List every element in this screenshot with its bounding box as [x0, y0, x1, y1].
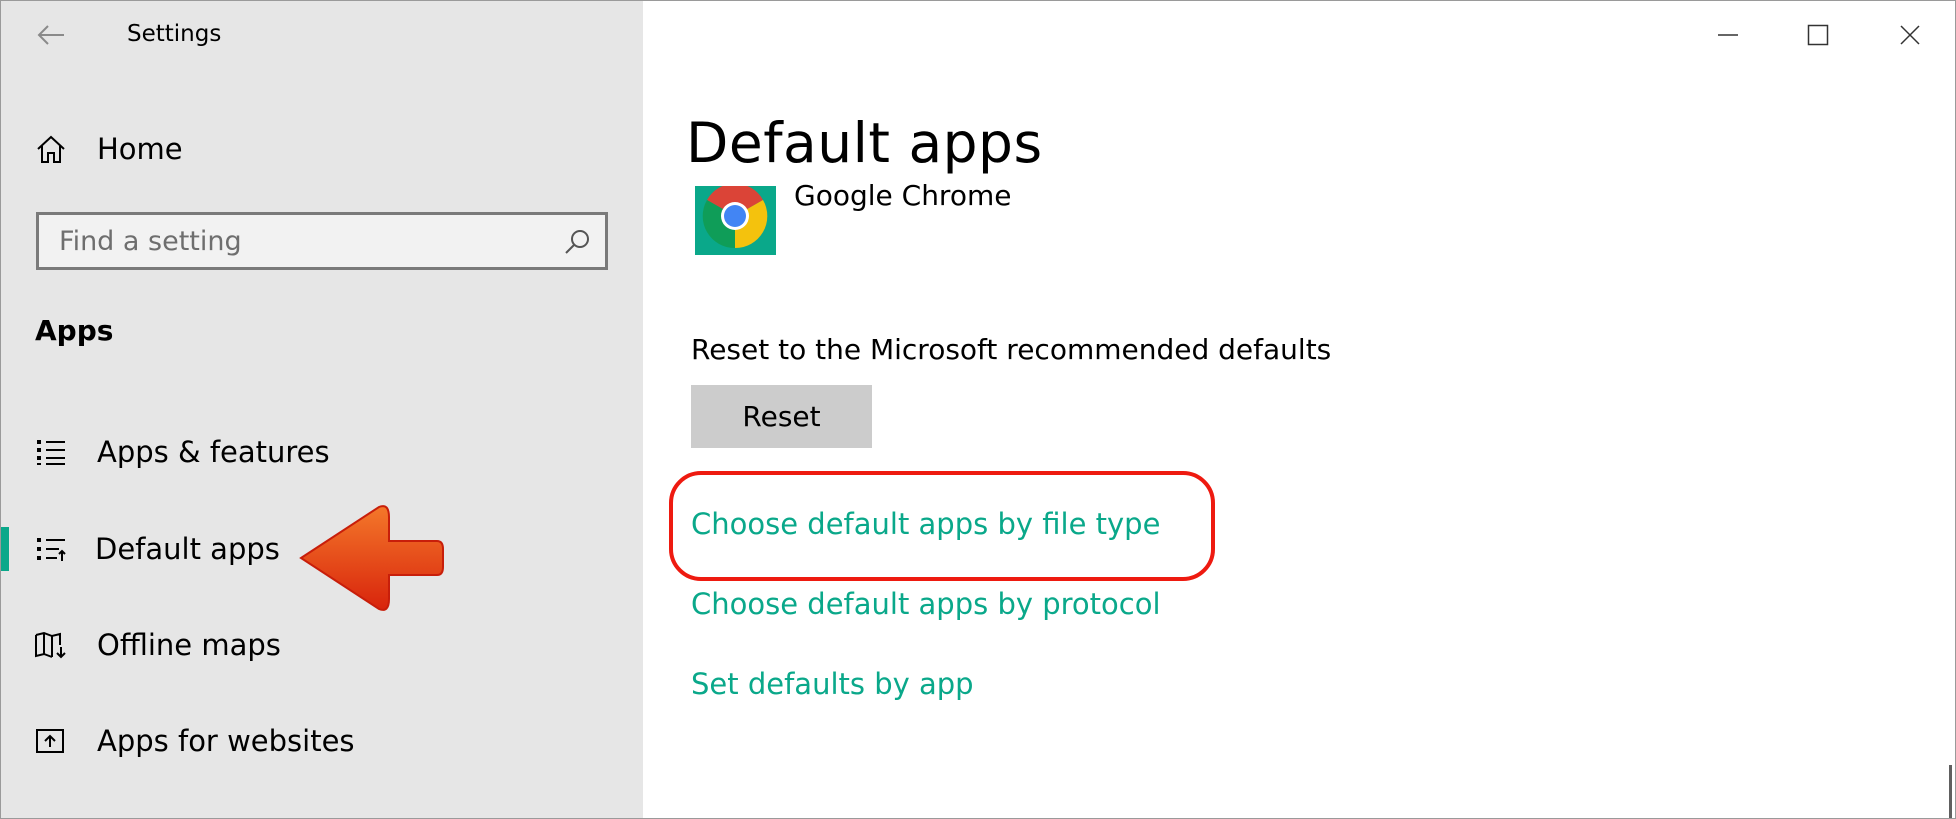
app-title: Settings: [127, 21, 222, 47]
settings-window: Settings Home Apps: [0, 0, 1956, 819]
home-icon: [31, 129, 71, 169]
sidebar-item-offline-maps[interactable]: Offline maps: [1, 609, 643, 681]
sidebar-item-label: Default apps: [95, 532, 280, 566]
link-default-apps-by-protocol[interactable]: Choose default apps by protocol: [691, 587, 1161, 621]
close-button[interactable]: [1890, 15, 1930, 55]
maximize-button[interactable]: [1798, 15, 1838, 55]
home-label: Home: [97, 132, 183, 166]
sidebar-item-label: Offline maps: [97, 628, 281, 662]
default-apps-icon: [31, 529, 71, 569]
back-arrow-icon: [37, 25, 64, 45]
sidebar-item-apps-features[interactable]: Apps & features: [1, 416, 643, 488]
chrome-icon: [702, 186, 768, 249]
apps-list-icon: [31, 432, 71, 472]
close-icon: [1900, 25, 1920, 45]
sidebar: Settings Home Apps: [1, 1, 643, 818]
maximize-icon: [1807, 24, 1829, 46]
open-in-app-icon: [31, 721, 71, 761]
sidebar-item-home[interactable]: Home: [31, 125, 183, 173]
link-default-apps-by-file-type[interactable]: Choose default apps by file type: [691, 507, 1160, 541]
minimize-button[interactable]: [1708, 15, 1748, 55]
sidebar-item-label: Apps & features: [97, 435, 330, 469]
scrollbar[interactable]: [1949, 765, 1952, 818]
minimize-icon: [1718, 34, 1738, 36]
search-box: [36, 212, 608, 270]
page-title: Default apps: [686, 111, 1043, 175]
search-icon[interactable]: [563, 228, 591, 256]
web-browser-app-tile[interactable]: [695, 186, 776, 255]
link-set-defaults-by-app[interactable]: Set defaults by app: [691, 667, 974, 701]
sidebar-item-apps-for-websites[interactable]: Apps for websites: [1, 705, 643, 777]
reset-description: Reset to the Microsoft recommended defau…: [691, 333, 1332, 366]
selection-indicator: [1, 527, 9, 571]
search-input[interactable]: [39, 215, 605, 267]
back-button[interactable]: [31, 15, 71, 55]
section-title: Apps: [35, 314, 114, 347]
map-download-icon: [31, 625, 71, 665]
sidebar-item-label: Apps for websites: [97, 724, 355, 758]
reset-button[interactable]: Reset: [691, 385, 872, 448]
web-browser-app-name: Google Chrome: [794, 179, 1012, 212]
annotation-arrow-icon: [299, 505, 444, 611]
